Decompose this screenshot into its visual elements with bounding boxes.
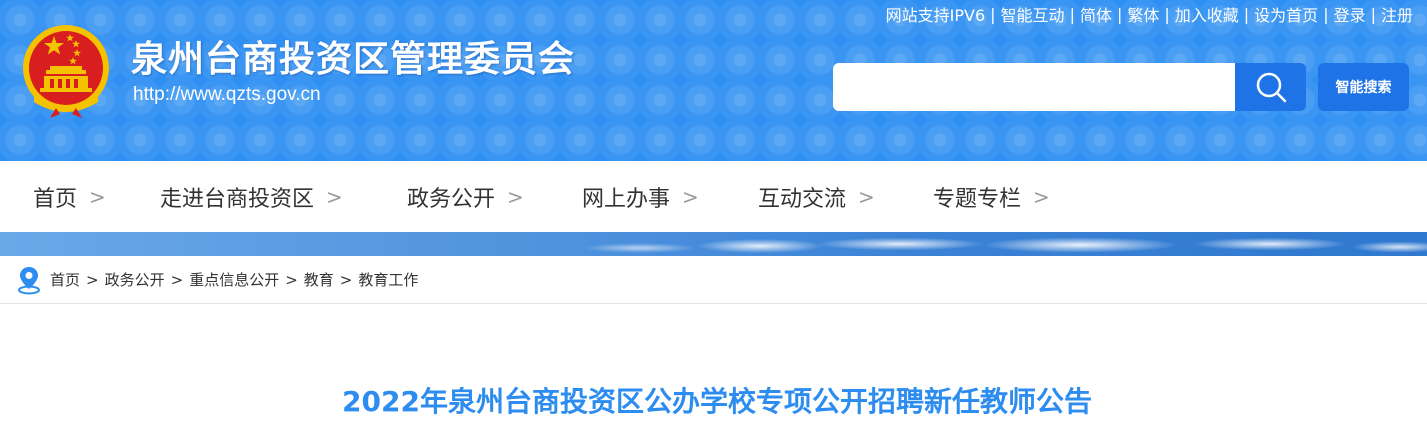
chevron-right-icon: >: [858, 184, 875, 209]
search-button[interactable]: [1235, 63, 1306, 111]
breadcrumb-item-education[interactable]: 教育: [304, 269, 334, 290]
top-link-separator: |: [1370, 4, 1376, 24]
chevron-right-icon: >: [507, 184, 524, 209]
top-link-register[interactable]: 注册: [1381, 2, 1413, 26]
breadcrumb-item-education-work[interactable]: 教育工作: [358, 269, 418, 290]
top-link-traditional[interactable]: 繁体: [1127, 2, 1159, 26]
top-link-separator: |: [1116, 4, 1123, 24]
breadcrumb-item-gov-affairs[interactable]: 政务公开: [105, 269, 165, 290]
top-link-simplified[interactable]: 简体: [1080, 2, 1112, 26]
chevron-right-icon: >: [682, 184, 699, 209]
breadcrumb: 首页 > 政务公开 > 重点信息公开 > 教育 > 教育工作: [0, 256, 1427, 304]
main-nav: 首页 > 走进台商投资区 > 政务公开 > 网上办事 > 互动交流 > 专题专栏…: [0, 161, 1427, 232]
top-link-set-homepage[interactable]: 设为首页: [1254, 2, 1318, 26]
breadcrumb-separator: >: [86, 270, 99, 289]
national-emblem-icon[interactable]: [20, 22, 112, 118]
search-icon: [1256, 72, 1286, 103]
top-link-add-favorite[interactable]: 加入收藏: [1175, 2, 1239, 26]
top-link-ipv6[interactable]: 网站支持IPV6: [886, 2, 986, 26]
top-link-login[interactable]: 登录: [1334, 2, 1366, 26]
breadcrumb-item-home[interactable]: 首页: [50, 269, 80, 290]
chevron-right-icon: >: [89, 184, 106, 209]
nav-item-interaction[interactable]: 互动交流 >: [758, 161, 875, 232]
top-link-separator: |: [1164, 4, 1170, 24]
nav-item-about-district[interactable]: 走进台商投资区 >: [160, 161, 343, 232]
location-pin-icon: [18, 266, 40, 294]
nav-item-gov-affairs[interactable]: 政务公开 >: [407, 161, 524, 232]
breadcrumb-item-key-info[interactable]: 重点信息公开: [189, 269, 279, 290]
site-url[interactable]: http://www.qzts.gov.cn: [133, 84, 321, 106]
top-link-separator: |: [1069, 4, 1075, 24]
top-link-separator: |: [1243, 4, 1250, 24]
smart-search-button[interactable]: 智能搜索: [1318, 63, 1409, 111]
chevron-right-icon: >: [326, 184, 343, 209]
breadcrumb-separator: >: [170, 270, 184, 289]
top-links-bar: 网站支持IPV6 | 智能互动 | 简体 | 繁体 | 加入收藏 | 设为首页 …: [886, 2, 1413, 26]
top-link-separator: |: [1323, 4, 1329, 24]
article-title: 2022年泉州台商投资区公办学校专项公开招聘新任教师公告: [342, 385, 1092, 418]
chevron-right-icon: >: [1033, 184, 1050, 209]
nav-item-online-services[interactable]: 网上办事 >: [582, 161, 699, 232]
search-input[interactable]: [833, 63, 1235, 111]
sky-banner: [0, 232, 1427, 256]
site-title[interactable]: 泉州台商投资区管理委员会: [131, 30, 575, 82]
nav-item-special-topics[interactable]: 专题专栏 >: [933, 161, 1050, 232]
breadcrumb-separator: >: [285, 270, 298, 289]
top-link-separator: |: [990, 4, 996, 24]
nav-item-home[interactable]: 首页 >: [33, 161, 106, 232]
nav-item-label: 专题专栏: [933, 186, 1022, 212]
breadcrumb-separator: >: [339, 270, 353, 289]
nav-item-label: 首页: [33, 186, 78, 212]
site-header: 泉州台商投资区管理委员会 http://www.qzts.gov.cn 网站支持…: [0, 0, 1427, 161]
nav-item-label: 走进台商投资区: [160, 186, 315, 212]
nav-item-label: 互动交流: [758, 186, 847, 212]
nav-item-label: 网上办事: [582, 186, 671, 212]
top-link-smart-interaction[interactable]: 智能互动: [1001, 2, 1065, 26]
nav-item-label: 政务公开: [407, 186, 496, 212]
